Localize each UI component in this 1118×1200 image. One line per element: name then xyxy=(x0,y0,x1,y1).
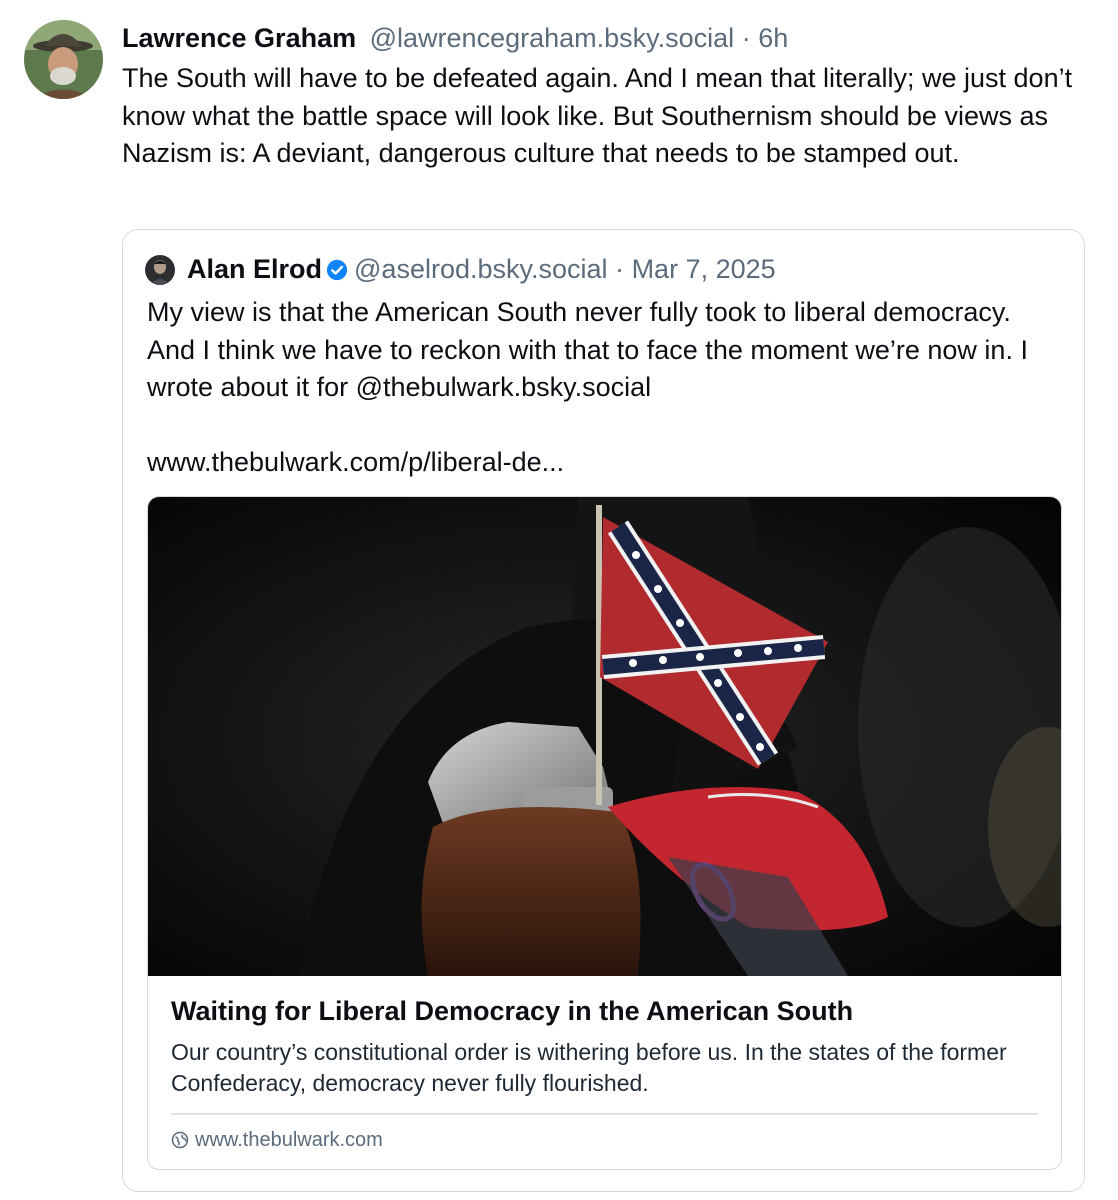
confederate-flag-revolver-photo xyxy=(148,497,1061,976)
verified-check-icon xyxy=(326,253,348,291)
header-separator: · xyxy=(741,23,751,53)
quote-header-separator: · xyxy=(615,254,625,284)
quote-author-handle[interactable]: @aselrod.bsky.social xyxy=(354,254,608,284)
link-preview-card[interactable]: Waiting for Liberal Democracy in the Ame… xyxy=(147,496,1062,1170)
quote-author-avatar[interactable] xyxy=(145,255,175,285)
quote-author-display-name[interactable]: Alan Elrod xyxy=(187,254,322,284)
link-card-title: Waiting for Liberal Democracy in the Ame… xyxy=(171,996,854,1026)
avatar-photo-icon xyxy=(145,255,175,285)
globe-icon xyxy=(171,1128,189,1158)
post-timestamp[interactable]: 6h xyxy=(758,23,788,53)
post-header: Lawrence Graham @lawrencegraham.bsky.soc… xyxy=(122,20,1098,56)
link-card-domain: www.thebulwark.com xyxy=(195,1129,383,1151)
quote-header: Alan Elrod @aselrod.bsky.social · Mar 7, … xyxy=(187,250,776,291)
quote-date[interactable]: Mar 7, 2025 xyxy=(632,254,776,284)
link-card-divider xyxy=(171,1113,1038,1115)
post-container: Lawrence Graham @lawrencegraham.bsky.soc… xyxy=(0,0,1118,1200)
quote-link[interactable]: www.thebulwark.com/p/liberal-de... xyxy=(147,444,564,482)
post-text: The South will have to be defeated again… xyxy=(122,63,1073,168)
avatar-photo-icon xyxy=(24,20,103,99)
author-avatar[interactable] xyxy=(24,20,103,99)
link-card-domain-row: www.thebulwark.com xyxy=(171,1125,383,1158)
author-display-name[interactable]: Lawrence Graham xyxy=(122,23,356,53)
link-card-image xyxy=(148,497,1061,976)
quote-text: My view is that the American South never… xyxy=(147,297,1028,402)
author-handle[interactable]: @lawrencegraham.bsky.social xyxy=(370,23,735,53)
quoted-post[interactable]: Alan Elrod @aselrod.bsky.social · Mar 7, … xyxy=(122,229,1085,1192)
link-card-description: Our country’s constitutional order is wi… xyxy=(171,1039,1007,1096)
